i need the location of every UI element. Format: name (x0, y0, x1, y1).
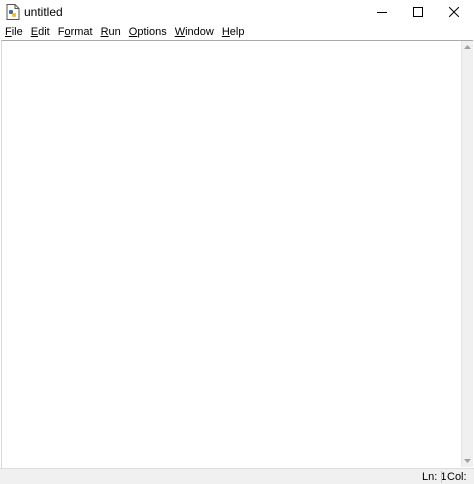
line-number-status: Ln: 1 (422, 471, 447, 483)
close-button[interactable] (436, 0, 472, 24)
chevron-up-icon (464, 45, 471, 49)
menu-run-access-key: R (100, 26, 109, 38)
menu-help[interactable]: Help (222, 24, 245, 40)
menu-window-access-key: W (174, 26, 186, 38)
menu-edit[interactable]: Edit (31, 24, 50, 40)
menu-edit-access-key: E (30, 26, 39, 38)
maximize-button[interactable] (400, 0, 436, 24)
title-bar[interactable]: untitled (0, 0, 474, 24)
minimize-icon (377, 12, 387, 13)
menu-window[interactable]: Window (175, 24, 214, 40)
column-number-status: Col: 0 (447, 471, 467, 484)
menu-bar: File Edit Format Run Options Window Help (0, 24, 474, 40)
menu-file[interactable]: File (5, 24, 23, 40)
menu-file-label: ile (11, 26, 23, 38)
menu-help-label: elp (229, 26, 245, 38)
menu-run-label: un (108, 26, 121, 38)
menu-edit-label: dit (38, 26, 50, 38)
menu-window-label: indow (185, 26, 214, 38)
menu-options-label: ptions (137, 26, 167, 38)
close-icon (449, 7, 459, 17)
idle-editor-window: untitled File Edit Format Run Options Wi… (0, 0, 474, 484)
menu-file-access-key: F (5, 26, 12, 38)
code-editor[interactable] (4, 43, 460, 467)
scroll-up-button[interactable] (462, 41, 473, 53)
status-bar: Ln: 1 Col: 0 (0, 468, 474, 484)
status-divider (441, 471, 442, 483)
window-title: untitled (24, 5, 63, 19)
python-file-icon (6, 4, 20, 20)
chevron-down-icon (464, 459, 471, 463)
vertical-scrollbar[interactable] (461, 41, 473, 467)
menu-format-label: rmat (70, 26, 93, 38)
menu-help-access-key: H (221, 26, 230, 38)
menu-options[interactable]: Options (129, 24, 167, 40)
editor-frame (1, 40, 473, 468)
menu-format[interactable]: Format (58, 24, 93, 40)
scroll-down-button[interactable] (462, 455, 473, 467)
maximize-icon (413, 7, 423, 17)
menu-run[interactable]: Run (101, 24, 121, 40)
minimize-button[interactable] (364, 0, 400, 24)
